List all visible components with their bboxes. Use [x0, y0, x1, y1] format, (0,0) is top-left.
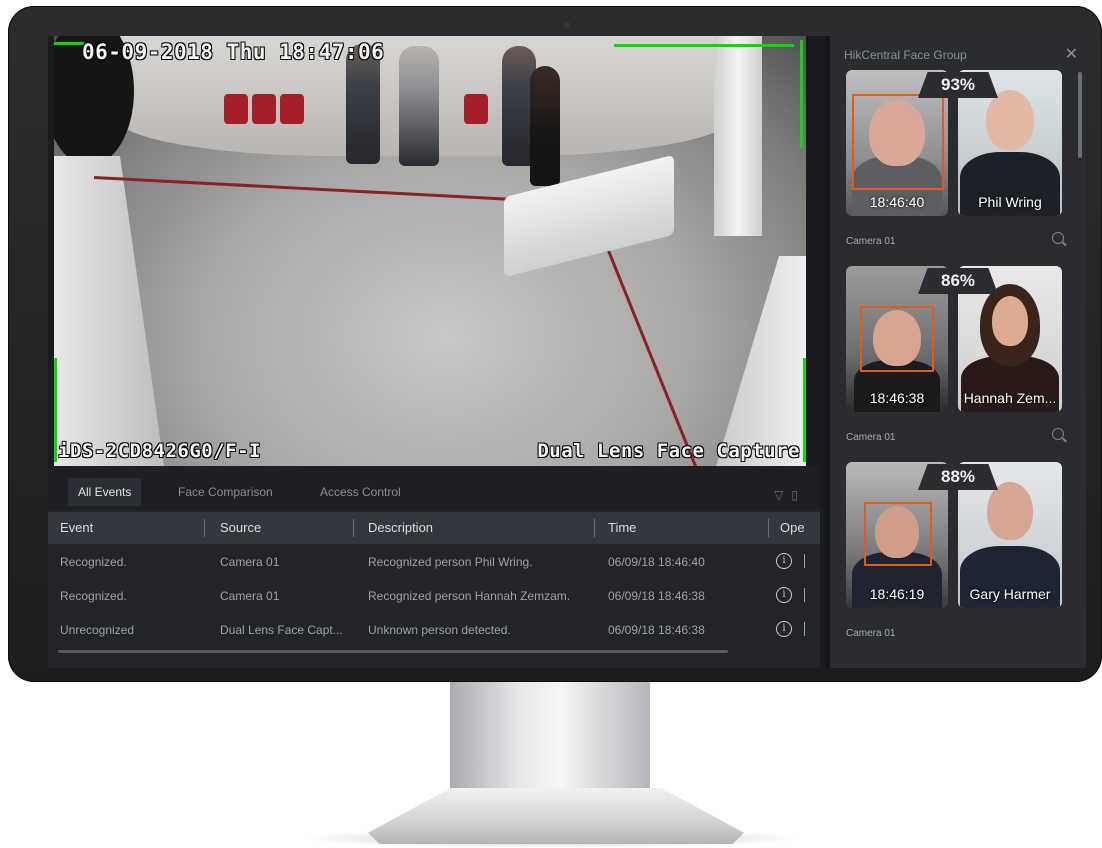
row-source: Camera 01 [220, 589, 280, 603]
capture-time: 18:46:38 [869, 390, 925, 406]
face-detection-box [860, 306, 934, 372]
face-match-card[interactable]: 18:46:38 Hannah Zem... 86% Camera 01 [840, 266, 1078, 456]
column-header-time[interactable]: Time [608, 520, 636, 535]
matched-person-name: Phil Wring [978, 194, 1042, 210]
table-row[interactable]: Recognized. Camera 01 Recognized person … [48, 578, 820, 612]
row-event: Recognized. [60, 555, 127, 569]
panel-title: HikCentral Face Group [844, 48, 967, 62]
row-description: Recognized person Phil Wring. [368, 555, 533, 569]
row-description: Unknown person detected. [368, 623, 511, 637]
row-source: Camera 01 [220, 555, 280, 569]
face-match-card[interactable]: 18:46:40 Phil Wring 93% Camera 01 [840, 70, 1078, 260]
row-divider [804, 554, 805, 568]
person-face [987, 482, 1033, 540]
column-divider[interactable] [768, 519, 769, 537]
detection-frame [614, 44, 794, 47]
card-camera-label: Camera 01 [846, 628, 896, 639]
column-header-source[interactable]: Source [220, 520, 261, 535]
row-divider [804, 588, 805, 602]
monitor-bezel: 06-09-2018 Thu 18:47:06 iDS-2CD8426G0/F-… [8, 6, 1102, 682]
matched-person-name: Hannah Zem... [963, 390, 1057, 406]
column-header-event[interactable]: Event [60, 520, 93, 535]
detection-frame [54, 42, 84, 45]
close-icon[interactable]: ✕ [1065, 44, 1078, 64]
column-divider[interactable] [353, 519, 354, 537]
event-toolbar: ▽▯ [774, 488, 806, 502]
table-header: Event Source Description Time Ope [48, 512, 820, 544]
osd-timestamp: 06-09-2018 Thu 18:47:06 [82, 40, 385, 64]
osd-camera-label: Dual Lens Face Capture [537, 440, 800, 462]
row-event: Recognized. [60, 589, 127, 603]
face-detection-box [864, 502, 932, 566]
column-divider[interactable] [594, 519, 595, 537]
events-panel: All Events Face Comparison Access Contro… [48, 466, 820, 668]
tab-face-comparison[interactable]: Face Comparison [168, 478, 283, 506]
row-time: 06/09/18 18:46:38 [608, 589, 705, 603]
face-match-card[interactable]: 18:46:19 Gary Harmer 88% Camera 01 [840, 462, 1078, 652]
table-row[interactable]: Recognized. Camera 01 Recognized person … [48, 544, 820, 578]
column-divider[interactable] [204, 519, 205, 537]
webcam-dot [564, 22, 570, 28]
tab-access-control[interactable]: Access Control [310, 478, 411, 506]
row-event: Unrecognized [60, 623, 135, 637]
person-face [986, 90, 1034, 150]
info-icon[interactable]: i [776, 621, 792, 637]
event-tabs: All Events Face Comparison Access Contro… [48, 466, 820, 510]
row-description: Recognized person Hannah Zemzam. [368, 589, 571, 603]
card-camera-label: Camera 01 [846, 236, 896, 247]
info-icon[interactable]: i [776, 587, 792, 603]
vertical-scrollbar[interactable] [1078, 72, 1082, 158]
row-time: 06/09/18 18:46:38 [608, 623, 705, 637]
similarity-badge: 86% [918, 268, 998, 294]
similarity-badge: 88% [918, 464, 998, 490]
column-header-operation[interactable]: Ope [780, 520, 816, 535]
tab-all-events[interactable]: All Events [68, 478, 142, 506]
row-source: Dual Lens Face Capt... [220, 623, 343, 637]
table-row[interactable]: Unrecognized Dual Lens Face Capt... Unkn… [48, 612, 820, 646]
screen: 06-09-2018 Thu 18:47:06 iDS-2CD8426G0/F-… [48, 36, 1086, 668]
filter-icon[interactable]: ▽ [774, 488, 791, 502]
trash-icon[interactable]: ▯ [791, 488, 806, 502]
osd-camera-model: iDS-2CD8426G0/F-I [58, 440, 261, 462]
column-header-description[interactable]: Description [368, 520, 433, 535]
scene-floor-line [93, 176, 574, 205]
card-camera-label: Camera 01 [846, 432, 896, 443]
row-divider [804, 622, 805, 636]
matched-person-name: Gary Harmer [969, 586, 1051, 602]
live-video-view[interactable]: 06-09-2018 Thu 18:47:06 iDS-2CD8426G0/F-… [54, 36, 806, 466]
face-group-panel: HikCentral Face Group ✕ 18:46:40 Phil Wr… [826, 36, 1086, 668]
horizontal-scrollbar[interactable] [58, 650, 728, 653]
monitor-stand-neck [450, 682, 650, 800]
search-icon[interactable] [1052, 428, 1064, 440]
capture-time: 18:46:40 [869, 194, 925, 210]
face-detection-box [852, 94, 944, 190]
similarity-badge: 93% [918, 72, 998, 98]
capture-time: 18:46:19 [869, 586, 925, 602]
row-time: 06/09/18 18:46:40 [608, 555, 705, 569]
search-icon[interactable] [1052, 232, 1064, 244]
monitor-stand-base [368, 788, 744, 844]
info-icon[interactable]: i [776, 553, 792, 569]
person-face [992, 296, 1028, 346]
